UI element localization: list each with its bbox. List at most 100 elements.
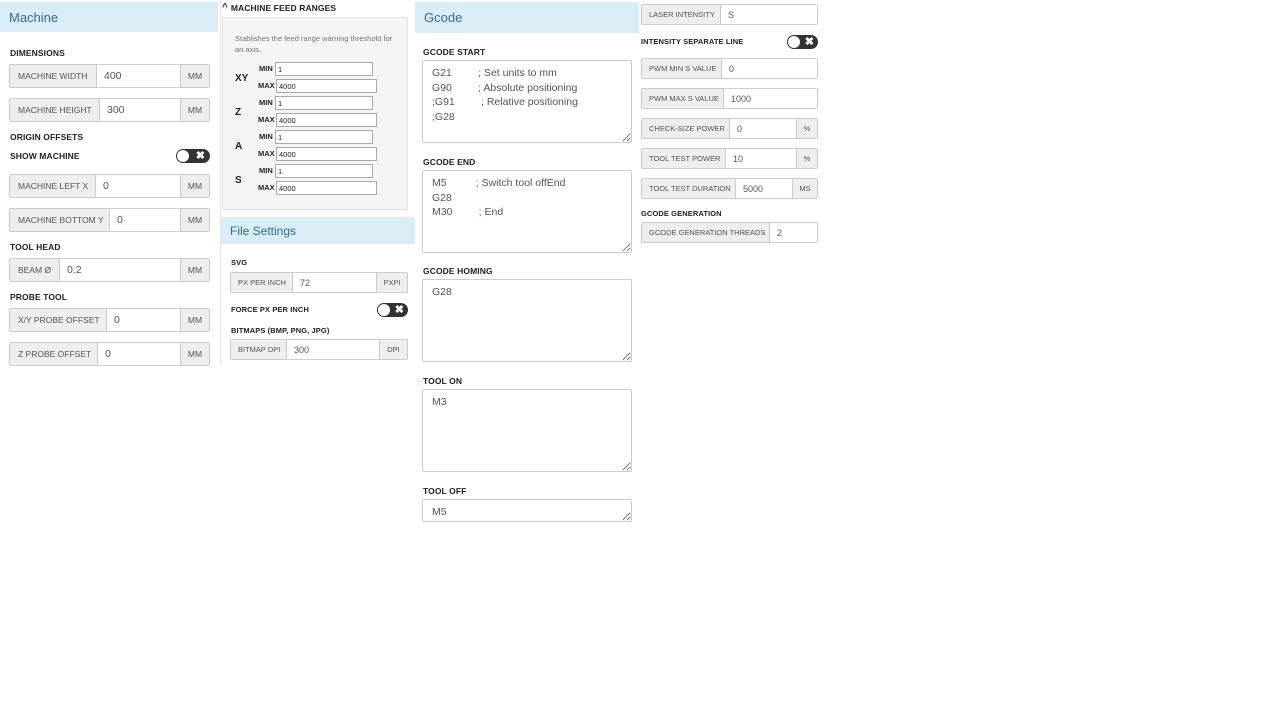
gcode-end-textarea[interactable] [422,170,632,253]
machine-width-input[interactable] [97,65,180,87]
feed-max-label: MAX [258,149,275,158]
feed-min-label: MIN [259,98,273,107]
toggle-knob [378,304,390,316]
pwm-max-label: PWM MAX S VALUE [642,89,724,108]
check-size-power-unit: % [796,119,817,138]
tool-head-heading: TOOL HEAD [10,242,61,252]
gcode-threads-group: GCODE GENERATION THREADS [641,222,818,243]
feed-description: Stablishes the feed range warning thresh… [235,34,393,54]
machine-bottom-y-group: MACHINE BOTTOM Y MM [9,208,210,232]
feed-axis-label: A [235,141,243,152]
tool-test-power-unit: % [796,149,817,168]
feed-min-input[interactable] [275,164,373,178]
tool-test-power-label: TOOL TEST POWER [642,149,726,168]
machine-width-unit: MM [180,65,209,87]
probe-tool-heading: PROBE TOOL [10,292,68,302]
z-probe-label: Z PROBE OFFSET [10,343,98,365]
gcode-threads-input[interactable] [770,223,817,242]
machine-height-input[interactable] [100,99,180,121]
machine-panel-title: Machine [9,9,59,25]
feed-min-input[interactable] [275,130,373,144]
feed-max-label: MAX [258,115,275,124]
feed-ranges-header[interactable]: ^ MACHINE FEED RANGES [222,2,337,14]
tool-test-power-input[interactable] [726,149,796,168]
bitmap-dpi-group: BITMAP DPI DPI [230,339,408,360]
feed-max-input[interactable] [276,79,377,93]
file-settings-title: File Settings [230,223,297,238]
bitmap-dpi-input[interactable] [287,340,379,359]
intensity-separate-line-toggle[interactable]: ✖ [787,35,818,49]
tool-test-duration-input[interactable] [736,179,792,198]
feed-min-input[interactable] [275,96,373,110]
machine-left-x-input[interactable] [96,175,180,197]
tool-on-textarea[interactable] [422,389,632,472]
xy-probe-label: X/Y PROBE OFFSET [10,309,107,331]
tool-test-duration-unit: MS [792,179,817,198]
show-machine-toggle[interactable]: ✖ [176,149,210,163]
bitmap-dpi-label: BITMAP DPI [231,340,287,359]
force-px-per-inch-toggle[interactable]: ✖ [377,303,408,317]
machine-height-label: MACHINE HEIGHT [10,99,100,121]
feed-min-label: MIN [259,166,273,175]
xy-probe-input[interactable] [107,309,180,331]
toggle-off-icon: ✖ [394,304,404,316]
gcode-start-textarea[interactable] [422,60,632,143]
svg-heading: SVG [231,258,248,267]
feed-max-input[interactable] [276,181,377,195]
feed-min-input[interactable] [275,62,373,76]
show-machine-label: SHOW MACHINE [10,151,80,161]
px-per-inch-group: PX PER INCH PXPI [230,272,408,293]
px-per-inch-input[interactable] [293,273,376,292]
pwm-min-group: PWM MIN S VALUE [641,58,818,79]
tool-test-duration-label: TOOL TEST DURATION [642,179,736,198]
check-size-power-input[interactable] [730,119,796,138]
machine-left-x-unit: MM [180,175,209,197]
feed-max-input[interactable] [276,147,377,161]
gcode-threads-label: GCODE GENERATION THREADS [642,223,770,242]
dimensions-heading: DIMENSIONS [10,48,65,58]
file-settings-header: File Settings [221,217,415,244]
pwm-min-label: PWM MIN S VALUE [642,59,722,78]
origin-offsets-heading: ORIGIN OFFSETS [10,132,84,142]
tool-on-label: TOOL ON [423,376,463,386]
laser-intensity-input[interactable] [721,5,817,24]
feed-max-input[interactable] [276,113,377,127]
toggle-off-icon: ✖ [195,150,205,162]
machine-bottom-y-label: MACHINE BOTTOM Y [10,209,110,231]
px-per-inch-unit: PXPI [376,273,407,292]
machine-bottom-y-input[interactable] [110,209,180,231]
feed-ranges-box: Stablishes the feed range warning thresh… [222,17,408,210]
gcode-homing-label: GCODE HOMING [423,266,493,276]
tool-test-duration-group: TOOL TEST DURATION MS [641,178,818,199]
feed-axis-label: S [235,175,242,186]
gcode-homing-textarea[interactable] [422,279,632,362]
pwm-max-input[interactable] [724,89,817,108]
gcode-start-label: GCODE START [423,47,486,57]
machine-left-x-group: MACHINE LEFT X MM [9,174,210,198]
xy-probe-unit: MM [180,309,209,331]
machine-width-label: MACHINE WIDTH [10,65,97,87]
toggle-off-icon: ✖ [804,36,814,48]
feed-axis-label: Z [235,107,242,118]
beam-unit: MM [180,259,209,281]
force-px-per-inch-label: FORCE PX PER INCH [231,305,309,314]
pwm-min-input[interactable] [722,59,817,78]
bitmap-dpi-unit: DPI [379,340,407,359]
laser-intensity-group: LASER INTENSITY [641,4,818,25]
z-probe-input[interactable] [98,343,180,365]
tool-off-textarea[interactable] [422,499,632,522]
machine-height-unit: MM [180,99,209,121]
feed-max-label: MAX [258,183,275,192]
machine-height-group: MACHINE HEIGHT MM [9,98,210,122]
feed-ranges-title: MACHINE FEED RANGES [230,3,337,13]
xy-probe-group: X/Y PROBE OFFSET MM [9,308,210,332]
bitmaps-heading: BITMAPS (BMP, PNG, JPG) [231,326,330,335]
chevron-up-icon: ^ [222,2,228,13]
z-probe-group: Z PROBE OFFSET MM [9,342,210,366]
feed-max-label: MAX [258,81,275,90]
beam-input[interactable] [60,259,180,281]
gcode-end-label: GCODE END [423,157,476,167]
machine-width-group: MACHINE WIDTH MM [9,64,210,88]
beam-label: BEAM Ø [10,259,60,281]
laser-intensity-label: LASER INTENSITY [642,5,721,24]
